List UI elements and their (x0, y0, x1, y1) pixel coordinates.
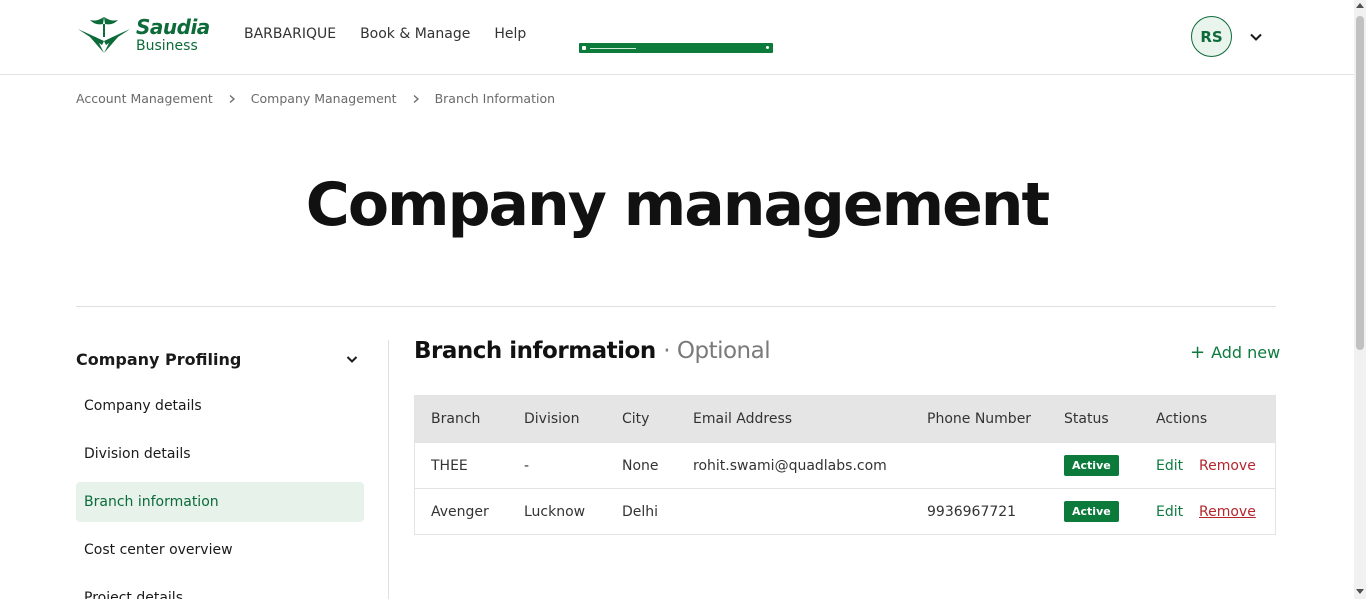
nav-item-help[interactable]: Help (494, 26, 526, 42)
sidebar-section-title: Company Profiling (76, 349, 242, 369)
scrollbar-thumb[interactable] (1356, 16, 1364, 350)
breadcrumb-company-management[interactable]: Company Management (251, 91, 397, 106)
chevron-right-icon (227, 94, 237, 104)
column-header-city: City (622, 411, 650, 427)
add-new-label: Add new (1211, 343, 1281, 362)
breadcrumb-branch-information: Branch Information (434, 91, 556, 106)
column-header-division: Division (524, 411, 580, 427)
plus-icon: + (1190, 341, 1206, 363)
section-title: Branch information · Optional (414, 338, 771, 364)
chevron-right-icon (411, 94, 421, 104)
notification-strip[interactable] (579, 43, 773, 53)
page-title: Company management (305, 170, 1050, 240)
column-header-branch: Branch (431, 411, 481, 427)
cell-email: rohit.swami@quadlabs.com (693, 457, 887, 474)
sidebar-item-label: Division details (84, 446, 191, 462)
chevron-down-icon[interactable] (1247, 28, 1265, 46)
sidebar-item-division-details[interactable]: Division details (76, 434, 364, 474)
scroll-up-arrow-icon[interactable] (1356, 3, 1364, 8)
sidebar-item-company-details[interactable]: Company details (76, 386, 364, 426)
sidebar-item-project-details[interactable]: Project details (76, 578, 364, 599)
palm-swords-logo-icon (78, 17, 130, 53)
status-badge: Active (1064, 455, 1119, 476)
brand-wordmark: Saudia Business (136, 17, 210, 53)
cell-division: Lucknow (524, 503, 586, 520)
column-header-actions: Actions (1156, 411, 1208, 427)
brand-line-2: Business (136, 38, 198, 54)
sidebar-item-branch-information[interactable]: Branch information (76, 482, 364, 522)
scroll-down-arrow-icon[interactable] (1356, 589, 1364, 594)
nav-item-book-manage[interactable]: Book & Manage (360, 26, 470, 42)
strip-text-line (590, 47, 636, 49)
table-header: Branch Division City Email Address Phone… (415, 396, 1275, 442)
sidebar-section-company-profiling[interactable]: Company Profiling (76, 346, 364, 372)
top-header: Saudia Business BARBARIQUE Book & Manage… (0, 0, 1354, 75)
main-nav: BARBARIQUE Book & Manage Help (244, 26, 526, 42)
nav-item-barbarique[interactable]: BARBARIQUE (244, 26, 336, 42)
remove-link[interactable]: Remove (1199, 458, 1256, 474)
user-avatar[interactable]: RS (1191, 16, 1232, 57)
add-new-button[interactable]: + Add new (1190, 343, 1280, 362)
table-row: THEE - None rohit.swami@quadlabs.com Act… (415, 442, 1275, 488)
cell-city: None (622, 457, 659, 474)
cell-branch: Avenger (431, 503, 489, 520)
strip-checkbox-icon (582, 46, 586, 50)
edit-link[interactable]: Edit (1156, 504, 1183, 520)
section-optional-label: · Optional (663, 338, 771, 364)
chevron-down-icon (346, 356, 358, 363)
sidebar-item-label: Cost center overview (84, 542, 233, 558)
status-badge-label: Active (1064, 501, 1119, 522)
breadcrumb-account-management[interactable]: Account Management (76, 91, 213, 106)
sidebar-item-label: Branch information (84, 494, 219, 510)
column-header-phone: Phone Number (927, 411, 1032, 427)
remove-link[interactable]: Remove (1199, 504, 1256, 520)
strip-close-icon (766, 46, 769, 49)
sidebar-item-label: Project details (84, 590, 183, 599)
column-header-email: Email Address (693, 411, 793, 427)
sidebar-item-label: Company details (84, 398, 202, 414)
section-divider (76, 306, 1276, 307)
brand-line-1: Saudia (136, 15, 210, 39)
status-badge-label: Active (1064, 455, 1119, 476)
cell-division: - (524, 457, 530, 474)
cell-phone: 9936967721 (927, 503, 1017, 520)
edit-link[interactable]: Edit (1156, 458, 1183, 474)
section-title-text: Branch information (414, 338, 656, 364)
sidebar-item-cost-center-overview[interactable]: Cost center overview (76, 530, 364, 570)
status-badge: Active (1064, 501, 1119, 522)
cell-city: Delhi (622, 503, 659, 520)
branch-table: Branch Division City Email Address Phone… (414, 395, 1276, 535)
column-header-status: Status (1064, 411, 1109, 427)
breadcrumb: Account Management Company Management Br… (76, 91, 555, 106)
table-row: Avenger Lucknow Delhi 9936967721 Active … (415, 488, 1275, 534)
sidebar-divider (388, 340, 389, 599)
saudia-business-logo[interactable]: Saudia Business (76, 13, 211, 57)
cell-branch: THEE (431, 457, 468, 474)
